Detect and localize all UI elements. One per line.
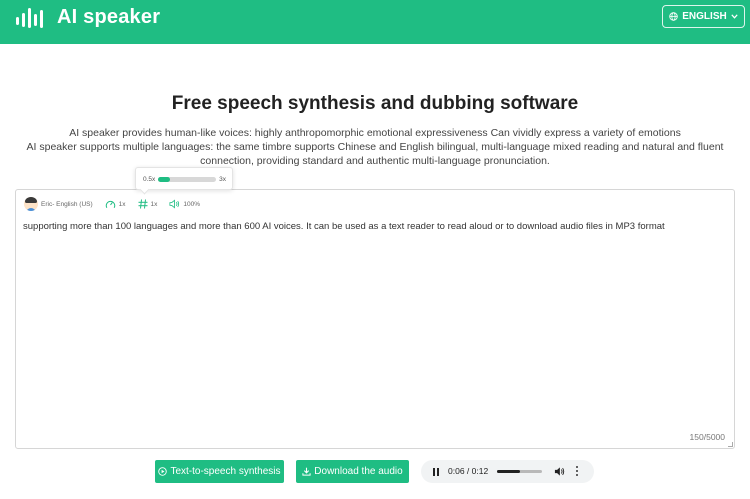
pause-icon[interactable]	[433, 468, 440, 476]
globe-icon	[669, 12, 678, 21]
text-editor[interactable]: Eric- English (US) 1x 1x 100% supporting…	[15, 189, 735, 449]
volume-icon[interactable]	[554, 466, 565, 477]
playback-progress-fill	[497, 470, 520, 473]
description-line-1: AI speaker provides human-like voices: h…	[69, 127, 681, 139]
playback-time: 0:06 / 0:12	[448, 466, 489, 476]
audio-player: 0:06 / 0:12	[421, 460, 594, 483]
play-circle-icon	[158, 467, 168, 476]
pitch-control[interactable]: 1x	[138, 199, 158, 209]
pitch-slider[interactable]	[158, 177, 216, 182]
voice-toolbar: Eric- English (US) 1x 1x 100%	[24, 195, 212, 213]
volume-control[interactable]: 100%	[169, 199, 200, 209]
language-dropdown[interactable]: ENGLISH	[662, 5, 745, 28]
text-to-speech-button[interactable]: Text-to-speech synthesis	[155, 460, 284, 483]
avatar	[24, 197, 38, 211]
speed-control[interactable]: 1x	[105, 199, 126, 210]
voice-selector[interactable]: Eric- English (US)	[24, 197, 93, 211]
more-options-icon[interactable]	[576, 466, 579, 477]
resize-handle[interactable]	[728, 442, 733, 447]
language-label: ENGLISH	[682, 11, 727, 22]
download-audio-label: Download the audio	[314, 466, 403, 477]
playback-progress[interactable]	[497, 470, 542, 473]
text-to-speech-label: Text-to-speech synthesis	[170, 466, 281, 477]
sound-wave-icon[interactable]	[16, 6, 43, 28]
popover-min-label: 0.5x	[143, 176, 156, 183]
editor-text[interactable]: supporting more than 100 languages and m…	[23, 221, 665, 232]
hash-icon	[138, 199, 148, 209]
pitch-value: 1x	[150, 200, 158, 208]
pitch-slider-fill	[158, 177, 170, 182]
popover-max-label: 3x	[219, 176, 226, 183]
page-title: Free speech synthesis and dubbing softwa…	[171, 93, 579, 114]
speedometer-icon	[105, 200, 115, 208]
chevron-down-icon	[731, 14, 738, 19]
speaker-icon	[169, 199, 180, 209]
character-counter: 150/5000	[689, 432, 725, 442]
speed-value: 1x	[118, 200, 126, 208]
brand-name[interactable]: AI speaker	[57, 6, 160, 29]
download-icon	[302, 467, 311, 476]
description-line-2: AI speaker supports multiple languages: …	[26, 141, 724, 167]
top-bar: AI speaker ENGLISH	[0, 0, 750, 44]
download-audio-button[interactable]: Download the audio	[296, 460, 409, 483]
voice-label: Eric- English (US)	[41, 200, 93, 208]
pitch-popover: 0.5x 3x	[135, 167, 233, 195]
volume-value: 100%	[183, 200, 201, 208]
